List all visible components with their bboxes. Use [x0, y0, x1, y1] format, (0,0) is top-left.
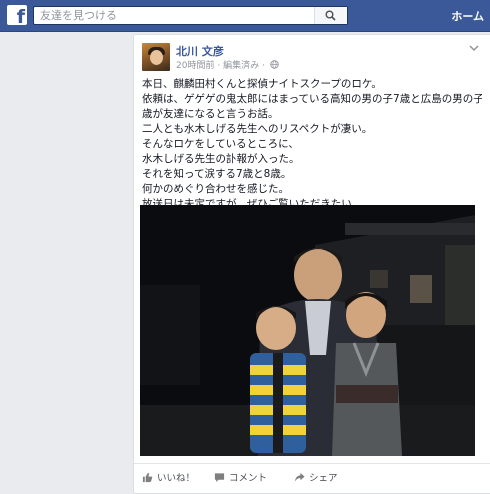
- home-link[interactable]: ホーム: [451, 8, 484, 24]
- edited-link[interactable]: 編集済み: [223, 61, 259, 71]
- top-navigation-bar: f ホーム: [0, 0, 490, 32]
- search-input[interactable]: [34, 7, 316, 24]
- post-text-line: 何かのめぐり合わせを感じた。: [142, 183, 289, 195]
- thumbs-up-icon: [142, 472, 153, 482]
- post-text-line: 本日、麒麟田村くんと探偵ナイトスクープのロケ。: [142, 78, 382, 90]
- meta-separator: ·: [261, 61, 265, 71]
- share-arrow-icon: [294, 472, 305, 482]
- post-text-line: そんなロケをしているところに、: [142, 138, 299, 150]
- post-photo[interactable]: [140, 205, 475, 456]
- post-text-line: それを知って涙する7歳と8歳。: [142, 168, 292, 180]
- post-timestamp[interactable]: 20時間前: [176, 61, 214, 71]
- photo-scene: [140, 205, 475, 456]
- globe-icon[interactable]: [269, 60, 279, 69]
- search-box: [33, 6, 348, 25]
- post-action-bar: いいね！ コメント シェア: [134, 463, 490, 494]
- post-text-line: 二人とも水木しげる先生へのリスペクトが凄い。: [142, 123, 373, 135]
- comment-icon: [214, 472, 225, 482]
- author-avatar[interactable]: [142, 43, 170, 71]
- chevron-down-icon[interactable]: [468, 42, 480, 54]
- post-meta: 20時間前 · 編集済み ·: [176, 58, 279, 71]
- facebook-logo-icon[interactable]: f: [7, 5, 27, 25]
- post-text: 本日、麒麟田村くんと探偵ナイトスクープのロケ。 依頼は、ゲゲゲの鬼太郎にはまって…: [142, 77, 482, 212]
- post-card: 北川 文彦 20時間前 · 編集済み · 本日、麒麟田村くんと探偵ナイトスクープ…: [133, 34, 490, 494]
- share-button[interactable]: シェア: [294, 470, 338, 484]
- search-icon: [325, 10, 336, 21]
- post-text-line: 水木しげる先生の訃報が入った。: [142, 153, 300, 165]
- comment-button[interactable]: コメント: [214, 470, 267, 484]
- post-text-line: 歳が友達になると言うお話。: [142, 108, 279, 120]
- author-name-link[interactable]: 北川 文彦: [176, 43, 224, 59]
- search-button[interactable]: [314, 7, 347, 24]
- post-text-line: 依頼は、ゲゲゲの鬼太郎にはまっている高知の男の子7歳と広島の男の子8: [142, 93, 482, 105]
- meta-separator: ·: [217, 61, 221, 71]
- like-button[interactable]: いいね！: [142, 470, 195, 484]
